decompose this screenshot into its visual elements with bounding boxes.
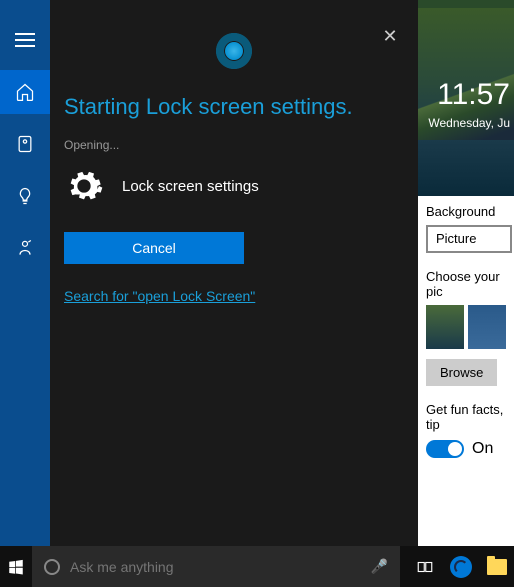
taskbar: 🎤 xyxy=(0,546,514,587)
start-button[interactable] xyxy=(0,546,32,587)
cortana-logo xyxy=(64,28,404,74)
hamburger-icon xyxy=(15,33,35,47)
toggle-state: On xyxy=(472,440,493,458)
lightbulb-icon xyxy=(15,186,35,206)
close-button[interactable]: ✕ xyxy=(376,22,404,50)
fun-facts-toggle[interactable] xyxy=(426,440,464,458)
lock-screen-preview: 11:57 Wednesday, Ju xyxy=(418,8,514,196)
close-icon: ✕ xyxy=(382,26,397,47)
cortana-panel: ✕ Starting Lock screen settings. Opening… xyxy=(50,8,418,546)
thumbnail-1[interactable] xyxy=(426,305,464,349)
preview-date: Wednesday, Ju xyxy=(428,116,510,130)
sidebar-feedback[interactable] xyxy=(0,226,50,270)
folder-icon xyxy=(487,559,507,575)
background-label: Background xyxy=(426,204,506,219)
preview-clock: 11:57 xyxy=(437,78,510,112)
edge-icon xyxy=(450,556,472,578)
gear-icon xyxy=(64,166,104,206)
edge-button[interactable] xyxy=(444,546,478,587)
background-dropdown[interactable]: Picture xyxy=(426,225,512,253)
sidebar-notebook[interactable] xyxy=(0,122,50,166)
menu-button[interactable] xyxy=(0,18,50,62)
feedback-icon xyxy=(15,238,35,258)
cortana-search-icon xyxy=(44,559,60,575)
microphone-icon[interactable]: 🎤 xyxy=(371,558,388,575)
cortana-ring-icon xyxy=(211,28,257,74)
search-suggestion-link[interactable]: Search for "open Lock Screen" xyxy=(64,288,255,304)
thumbnail-2[interactable] xyxy=(468,305,506,349)
panel-heading: Starting Lock screen settings. xyxy=(64,94,404,120)
browse-button[interactable]: Browse xyxy=(426,359,497,386)
opening-text: Opening... xyxy=(64,138,404,152)
cancel-button[interactable]: Cancel xyxy=(64,232,244,264)
sidebar-home[interactable] xyxy=(0,70,50,114)
picture-thumbnails xyxy=(426,305,506,349)
window-top-border xyxy=(0,0,514,8)
task-view-icon xyxy=(416,558,434,576)
result-label: Lock screen settings xyxy=(122,178,259,195)
search-input[interactable] xyxy=(70,559,361,575)
explorer-button[interactable] xyxy=(480,546,514,587)
home-icon xyxy=(15,82,35,102)
task-view-button[interactable] xyxy=(408,546,442,587)
result-row: Lock screen settings xyxy=(64,166,404,206)
windows-icon xyxy=(7,558,25,576)
choose-picture-label: Choose your pic xyxy=(426,269,506,299)
cortana-sidebar xyxy=(0,8,50,546)
taskbar-search[interactable]: 🎤 xyxy=(32,546,400,587)
settings-panel: 11:57 Wednesday, Ju Background Picture C… xyxy=(418,8,514,546)
fun-facts-label: Get fun facts, tip xyxy=(426,402,506,432)
sidebar-tips[interactable] xyxy=(0,174,50,218)
notebook-icon xyxy=(15,134,35,154)
taskbar-tray xyxy=(400,546,514,587)
